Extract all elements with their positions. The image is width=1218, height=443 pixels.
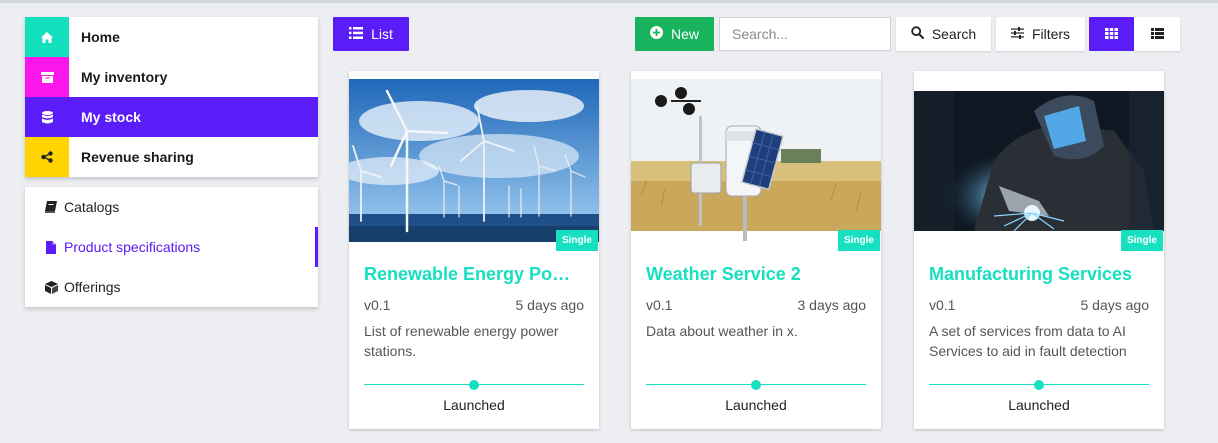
sub-item-offerings[interactable]: Offerings — [25, 267, 318, 307]
product-card[interactable]: Single Manufacturing Services v0.1 5 day… — [914, 71, 1164, 429]
new-button-label: New — [670, 26, 699, 42]
nav-item-revenue-sharing[interactable]: Revenue sharing — [25, 137, 318, 177]
archive-icon — [25, 57, 69, 97]
card-image-welder — [914, 71, 1164, 251]
list-view-icon — [1150, 26, 1164, 42]
database-icon — [25, 97, 69, 137]
card-description: Data about weather in x. — [646, 323, 798, 339]
sub-item-catalogs[interactable]: Catalogs — [25, 187, 318, 227]
main-nav: Home My inventory My stock Revenue shari… — [25, 17, 318, 177]
lifecycle-dot — [1034, 380, 1044, 390]
cube-icon — [44, 280, 58, 294]
card-age: 3 days ago — [797, 297, 867, 313]
sub-item-product-specifications[interactable]: Product specifications — [25, 227, 318, 267]
sliders-icon — [1010, 26, 1024, 42]
search-button[interactable]: Search — [896, 17, 991, 51]
card-title[interactable]: Manufacturing Services — [929, 264, 1149, 285]
single-badge: Single — [837, 230, 880, 251]
search-button-label: Search — [931, 26, 977, 42]
list-button-label: List — [371, 26, 393, 42]
nav-item-home[interactable]: Home — [25, 17, 318, 57]
filters-button-label: Filters — [1031, 26, 1071, 42]
grid-view-button[interactable] — [1089, 17, 1134, 51]
plus-circle-icon — [649, 26, 663, 42]
single-badge: Single — [555, 230, 598, 251]
nav-item-label: My inventory — [81, 69, 168, 85]
sub-item-label: Product specifications — [64, 239, 201, 255]
card-title[interactable]: Weather Service 2 — [646, 264, 866, 285]
list-view-button[interactable] — [1134, 17, 1180, 51]
filters-button[interactable]: Filters — [996, 17, 1085, 51]
sub-item-label: Offerings — [64, 279, 121, 295]
top-border — [0, 0, 1218, 3]
sub-nav: Catalogs Product specifications Offering… — [25, 187, 318, 307]
card-version: v0.1 — [646, 297, 673, 313]
nav-item-label: My stock — [81, 109, 141, 125]
card-title[interactable]: Renewable Energy Power Stations — [364, 264, 584, 285]
nav-item-my-inventory[interactable]: My inventory — [25, 57, 318, 97]
product-card[interactable]: Single Weather Service 2 v0.1 3 days ago… — [631, 71, 881, 429]
single-badge: Single — [1120, 230, 1163, 251]
nav-item-my-stock[interactable]: My stock — [25, 97, 318, 137]
card-age: 5 days ago — [1080, 297, 1150, 313]
file-icon — [44, 240, 58, 254]
grid-icon — [1105, 26, 1118, 42]
search-icon — [911, 26, 924, 42]
card-status: Launched — [725, 397, 787, 413]
card-status: Launched — [1008, 397, 1070, 413]
lifecycle-dot — [469, 380, 479, 390]
list-button[interactable]: List — [333, 17, 409, 51]
lifecycle-dot — [751, 380, 761, 390]
home-icon — [25, 17, 69, 57]
product-card[interactable]: Single Renewable Energy Power Stations v… — [349, 71, 599, 429]
card-version: v0.1 — [364, 297, 391, 313]
card-image-wind-turbines — [349, 71, 599, 251]
card-description: List of renewable energy power stations. — [364, 323, 559, 359]
card-description: A set of services from data to AI Servic… — [929, 323, 1127, 359]
nav-item-label: Revenue sharing — [81, 149, 194, 165]
card-age: 5 days ago — [515, 297, 585, 313]
share-icon — [25, 137, 69, 177]
search-input[interactable] — [719, 17, 891, 51]
card-version: v0.1 — [929, 297, 956, 313]
nav-item-label: Home — [81, 29, 120, 45]
card-status: Launched — [443, 397, 505, 413]
card-image-weather-station — [631, 71, 881, 251]
book-icon — [44, 200, 58, 214]
list-icon — [349, 26, 364, 42]
new-button[interactable]: New — [635, 17, 714, 51]
sub-item-label: Catalogs — [64, 199, 120, 215]
